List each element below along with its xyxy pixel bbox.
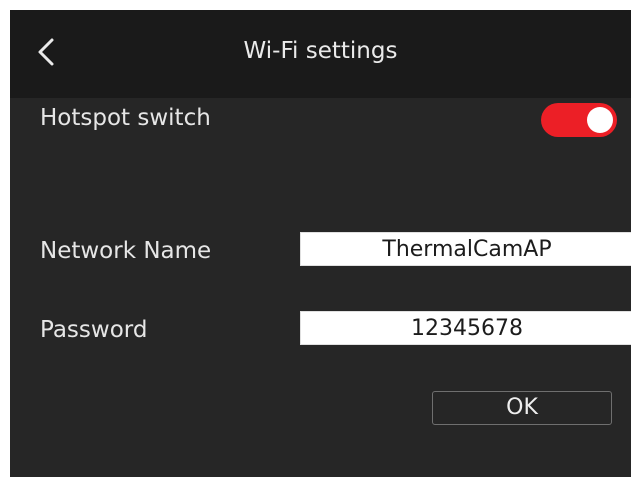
hotspot-toggle[interactable] — [541, 103, 617, 137]
network-name-field[interactable]: ThermalCamAP — [300, 232, 631, 266]
hotspot-switch-label: Hotspot switch — [40, 105, 211, 131]
password-field[interactable]: 12345678 — [300, 311, 631, 345]
password-label: Password — [40, 317, 148, 343]
wifi-settings-screen: Wi-Fi settings Hotspot switch Network Na… — [10, 10, 631, 477]
toggle-knob — [587, 107, 613, 133]
header-bar: Wi-Fi settings — [10, 10, 631, 98]
ok-button[interactable]: OK — [432, 391, 612, 425]
page-title: Wi-Fi settings — [243, 38, 398, 64]
network-name-label: Network Name — [40, 238, 212, 264]
